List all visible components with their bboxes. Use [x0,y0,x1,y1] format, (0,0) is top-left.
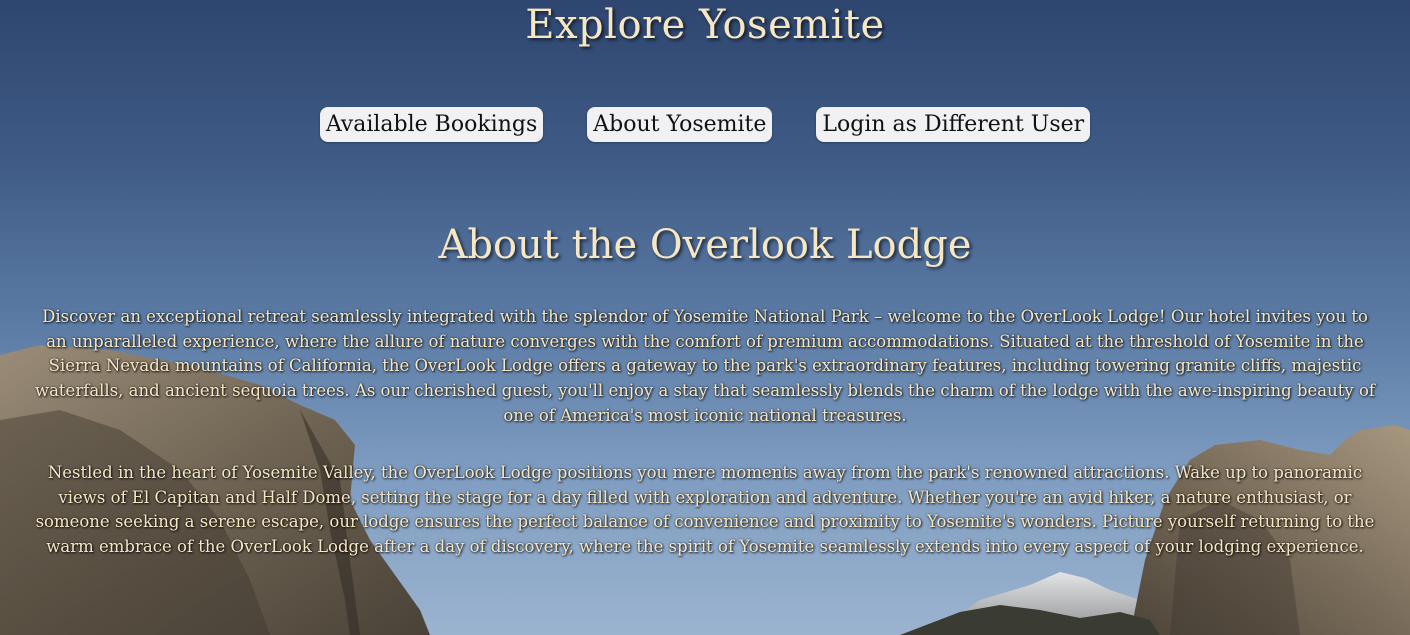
about-paragraph-intro: Discover an exceptional retreat seamless… [34,307,1376,425]
about-yosemite-button[interactable]: About Yosemite [587,107,773,142]
about-lodge-heading: About the Overlook Lodge [438,222,972,268]
main-navigation: Available Bookings About Yosemite Login … [0,107,1410,142]
login-different-user-button[interactable]: Login as Different User [816,107,1091,142]
available-bookings-button[interactable]: Available Bookings [319,107,544,142]
page-content: Explore Yosemite Available Bookings Abou… [0,0,1410,635]
site-title: Explore Yosemite [525,2,885,48]
about-paragraph-location: Nestled in the heart of Yosemite Valley,… [35,463,1375,557]
